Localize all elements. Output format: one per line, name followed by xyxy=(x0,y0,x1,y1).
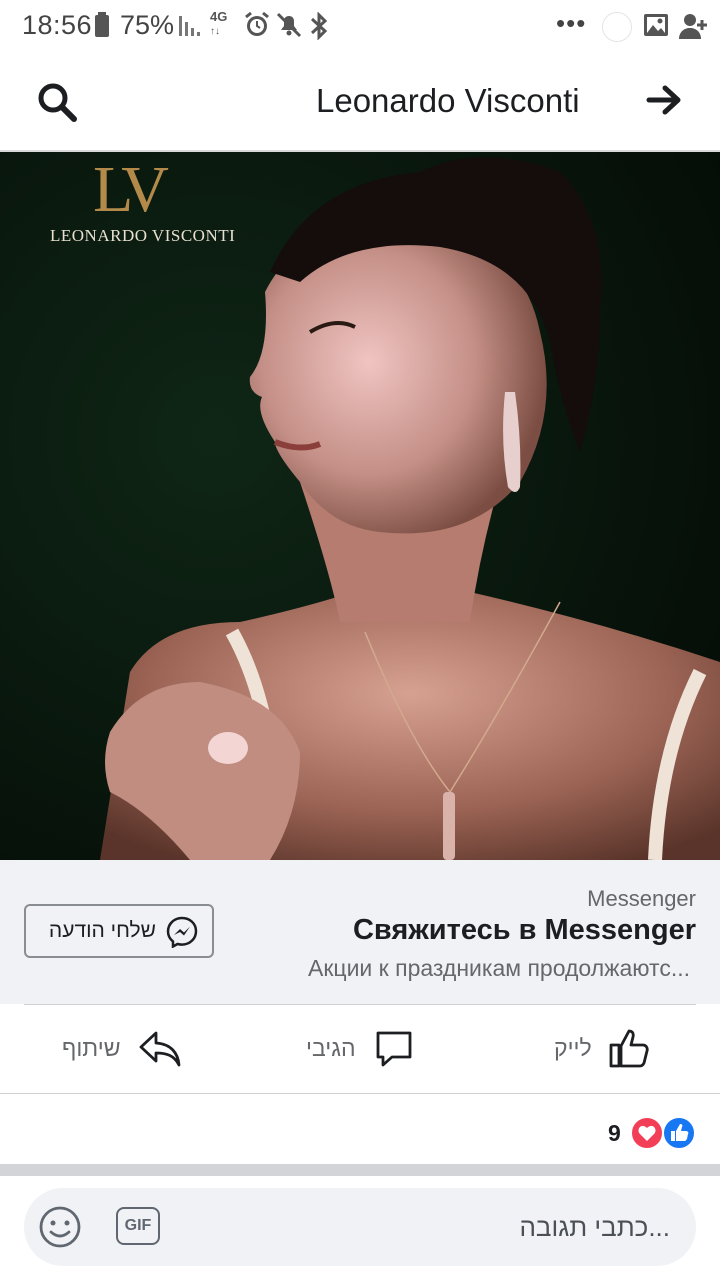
post-actions: לייק הגיבי שיתוף xyxy=(0,1005,720,1094)
battery-icon xyxy=(95,12,109,37)
reaction-count: 9 xyxy=(608,1120,621,1146)
ad-image[interactable] xyxy=(0,152,720,860)
section-separator xyxy=(0,1164,720,1176)
bluetooth-icon xyxy=(310,12,328,40)
cta-description: Акции к праздникам продолжаютс... xyxy=(308,955,690,981)
ad-photo xyxy=(0,152,720,860)
comment-composer: GIF ...כתבי תגובה xyxy=(0,1176,720,1280)
network-badge: 4G ↑↓ xyxy=(210,9,228,37)
comment-button[interactable]: הגיבי xyxy=(290,1005,440,1093)
like-reaction-icon xyxy=(662,1116,696,1150)
arrow-right-icon[interactable] xyxy=(646,84,682,116)
reactions-summary[interactable]: 9 xyxy=(0,1094,720,1164)
send-message-button[interactable]: שלחי הודעה xyxy=(24,904,214,958)
emoji-icon[interactable] xyxy=(38,1205,82,1249)
share-button[interactable]: שיתוף xyxy=(40,1005,200,1093)
signal-icon xyxy=(179,16,200,36)
comment-icon xyxy=(376,1031,412,1067)
share-label: שיתוף xyxy=(62,1035,121,1061)
image-icon xyxy=(644,14,668,36)
cta-source: Messenger xyxy=(587,886,696,911)
send-message-label: שלחי הודעה xyxy=(48,919,156,942)
more-dots-icon: ••• xyxy=(556,8,587,38)
mute-icon xyxy=(276,12,302,38)
comment-label: הגיבי xyxy=(306,1035,356,1061)
like-label: לייק xyxy=(554,1035,592,1061)
messenger-icon xyxy=(166,916,198,948)
person-add-icon xyxy=(679,14,707,39)
gif-button[interactable]: GIF xyxy=(116,1207,160,1245)
battery-percent: 75% xyxy=(120,10,175,40)
page-header: Leonardo Visconti xyxy=(0,52,720,152)
share-icon xyxy=(139,1031,181,1067)
page-title: Leonardo Visconti xyxy=(316,82,580,119)
status-bar: 18:56 75% 4G ↑↓ ••• xyxy=(0,0,720,52)
comment-placeholder: ...כתבי תגובה xyxy=(519,1212,670,1242)
status-time: 18:56 xyxy=(22,10,93,40)
alarm-icon xyxy=(245,11,269,36)
messenger-cta[interactable]: Messenger Свяжитесь в Messenger Акции к … xyxy=(0,860,720,1004)
brand-name: LEONARDO VISCONTI xyxy=(50,226,236,245)
brand-monogram: LV xyxy=(93,153,169,226)
love-reaction-icon xyxy=(630,1116,664,1150)
thumbs-up-icon xyxy=(609,1029,649,1068)
empty-circle-icon xyxy=(602,12,632,42)
comment-input[interactable]: GIF ...כתבי תגובה xyxy=(24,1188,696,1266)
like-button[interactable]: לייק xyxy=(530,1005,720,1093)
search-icon[interactable] xyxy=(36,81,78,123)
cta-headline[interactable]: Свяжитесь в Messenger xyxy=(353,914,696,947)
